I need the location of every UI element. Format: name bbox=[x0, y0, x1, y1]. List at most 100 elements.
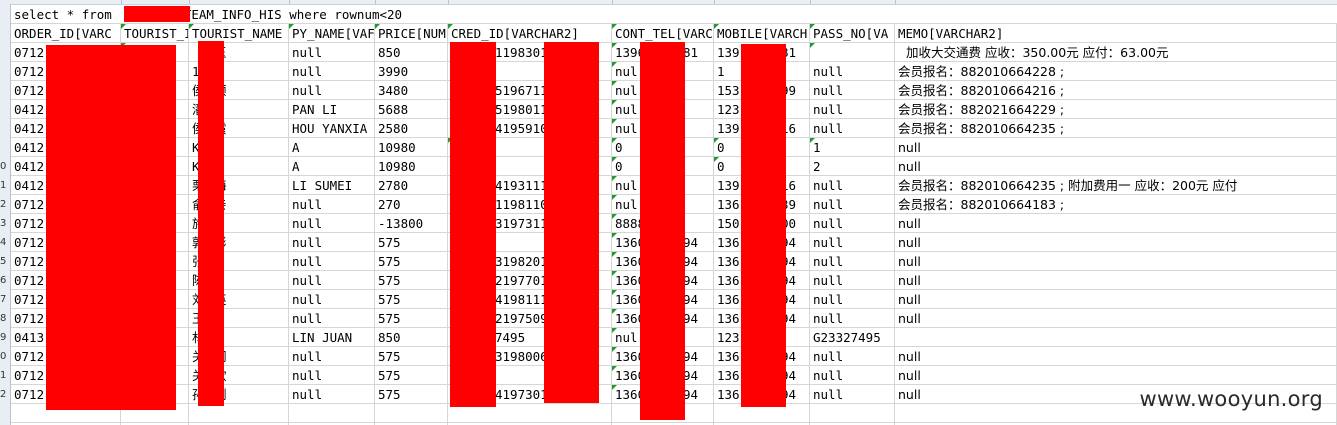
row-number[interactable]: 1 bbox=[0, 366, 10, 385]
table-cell[interactable]: null bbox=[289, 309, 375, 328]
table-cell[interactable]: G23327495门票费 应收：-350元 应付：-150元 bbox=[810, 328, 895, 347]
row-number[interactable] bbox=[0, 24, 10, 43]
table-cell[interactable] bbox=[189, 404, 289, 423]
table-cell[interactable]: 会员报名：882010664228 ; bbox=[895, 62, 1337, 81]
table-cell[interactable]: 270 bbox=[375, 195, 448, 214]
row-number[interactable] bbox=[0, 119, 10, 138]
table-cell[interactable]: 会员报名：882010664216 ; bbox=[895, 81, 1337, 100]
column-header[interactable]: MEMO[VARCHAR2] bbox=[895, 24, 1337, 43]
table-cell[interactable]: HOU YANXIA bbox=[289, 119, 375, 138]
table-cell[interactable]: null bbox=[810, 62, 895, 81]
row-number[interactable]: 0 bbox=[0, 157, 10, 176]
row-number[interactable]: 3 bbox=[0, 214, 10, 233]
table-cell[interactable]: null bbox=[895, 252, 1337, 271]
table-cell[interactable]: A bbox=[289, 157, 375, 176]
table-cell[interactable]: 10980 bbox=[375, 138, 448, 157]
table-cell[interactable]: 1 bbox=[810, 138, 895, 157]
table-cell[interactable] bbox=[810, 43, 895, 62]
table-cell[interactable]: null bbox=[289, 366, 375, 385]
table-cell[interactable]: null bbox=[810, 290, 895, 309]
table-cell[interactable]: 575 bbox=[375, 233, 448, 252]
table-cell[interactable]: null bbox=[289, 271, 375, 290]
table-cell[interactable]: 会员报名：882010664235 ; bbox=[895, 119, 1337, 138]
row-number[interactable]: 7 bbox=[0, 290, 10, 309]
column-header[interactable]: PASS_NO[VA bbox=[810, 24, 895, 43]
table-cell[interactable]: null bbox=[289, 347, 375, 366]
table-cell[interactable]: null bbox=[895, 366, 1337, 385]
table-cell[interactable]: null bbox=[895, 138, 1337, 157]
table-cell[interactable]: null bbox=[810, 271, 895, 290]
table-cell[interactable]: 5688 bbox=[375, 100, 448, 119]
table-cell[interactable]: 575 bbox=[375, 385, 448, 404]
table-cell[interactable]: null bbox=[810, 214, 895, 233]
row-number[interactable]: 5 bbox=[0, 252, 10, 271]
row-number[interactable]: 1 bbox=[0, 176, 10, 195]
row-number[interactable] bbox=[0, 5, 10, 24]
table-cell[interactable]: LIN JUAN bbox=[289, 328, 375, 347]
table-cell[interactable]: null bbox=[895, 233, 1337, 252]
table-cell[interactable]: 10980 bbox=[375, 157, 448, 176]
table-cell[interactable]: null bbox=[289, 385, 375, 404]
row-number[interactable] bbox=[0, 62, 10, 81]
table-cell[interactable]: null bbox=[895, 347, 1337, 366]
table-cell[interactable]: 575 bbox=[375, 290, 448, 309]
row-number[interactable] bbox=[0, 100, 10, 119]
table-cell[interactable]: null bbox=[810, 233, 895, 252]
table-cell[interactable]: null bbox=[810, 252, 895, 271]
table-cell[interactable]: null bbox=[895, 157, 1337, 176]
column-header[interactable]: TOURIST_I bbox=[121, 24, 189, 43]
table-cell[interactable]: 575 bbox=[375, 366, 448, 385]
table-cell[interactable]: -13800 bbox=[375, 214, 448, 233]
column-header[interactable]: PRICE[NUM bbox=[375, 24, 448, 43]
column-header[interactable]: CONT_TEL[VARC bbox=[612, 24, 714, 43]
table-cell[interactable]: null bbox=[895, 271, 1337, 290]
table-cell[interactable] bbox=[895, 328, 1337, 347]
table-cell[interactable]: null bbox=[289, 233, 375, 252]
row-number[interactable]: 0 bbox=[0, 347, 10, 366]
table-cell[interactable]: 2580 bbox=[375, 119, 448, 138]
table-cell[interactable]: 加收大交通费 应收：350.00元 应付：63.00元 bbox=[895, 43, 1337, 62]
sql-query-cell[interactable]: select * from TEAM_INFO_HIS where rownum<… bbox=[11, 5, 1337, 24]
table-cell[interactable]: null bbox=[810, 385, 895, 404]
row-number[interactable]: 9 bbox=[0, 328, 10, 347]
table-cell[interactable]: null bbox=[810, 100, 895, 119]
table-cell[interactable]: 会员报名：882021664229 ; bbox=[895, 100, 1337, 119]
table-cell[interactable]: A bbox=[289, 138, 375, 157]
table-cell[interactable]: null bbox=[810, 176, 895, 195]
table-cell[interactable]: 3480 bbox=[375, 81, 448, 100]
row-number[interactable]: 6 bbox=[0, 271, 10, 290]
column-header[interactable]: MOBILE[VARCH bbox=[714, 24, 810, 43]
table-cell[interactable]: null bbox=[810, 81, 895, 100]
row-number[interactable] bbox=[0, 81, 10, 100]
table-cell[interactable]: null bbox=[289, 195, 375, 214]
table-cell[interactable]: null bbox=[895, 214, 1337, 233]
table-cell[interactable]: LI SUMEI bbox=[289, 176, 375, 195]
row-number[interactable] bbox=[0, 138, 10, 157]
table-cell[interactable]: null bbox=[895, 290, 1337, 309]
table-cell[interactable]: null bbox=[895, 309, 1337, 328]
table-cell[interactable] bbox=[289, 404, 375, 423]
row-number[interactable]: 2 bbox=[0, 385, 10, 404]
table-cell[interactable] bbox=[375, 404, 448, 423]
table-cell[interactable] bbox=[810, 404, 895, 423]
table-cell[interactable]: 2 bbox=[810, 157, 895, 176]
row-number[interactable]: 4 bbox=[0, 233, 10, 252]
table-cell[interactable]: 575 bbox=[375, 252, 448, 271]
table-cell[interactable]: 会员报名：882010664183 ; bbox=[895, 195, 1337, 214]
table-cell[interactable]: 575 bbox=[375, 347, 448, 366]
table-cell[interactable]: PAN LI bbox=[289, 100, 375, 119]
column-header[interactable]: ORDER_ID[VARC bbox=[11, 24, 121, 43]
table-cell[interactable]: 会员报名：882010664235 ; 附加费用一 应收：200元 应付 bbox=[895, 176, 1337, 195]
row-number[interactable]: 8 bbox=[0, 309, 10, 328]
row-number[interactable]: 2 bbox=[0, 195, 10, 214]
table-cell[interactable]: 850 bbox=[375, 43, 448, 62]
table-cell[interactable]: null bbox=[810, 366, 895, 385]
table-cell[interactable]: null bbox=[810, 347, 895, 366]
table-cell[interactable]: null bbox=[810, 309, 895, 328]
table-cell[interactable]: null bbox=[289, 62, 375, 81]
column-header[interactable]: CRED_ID[VARCHAR2] bbox=[448, 24, 612, 43]
table-cell[interactable]: null bbox=[810, 195, 895, 214]
table-cell[interactable]: null bbox=[810, 119, 895, 138]
table-cell[interactable]: null bbox=[289, 214, 375, 233]
table-cell[interactable]: 850 bbox=[375, 328, 448, 347]
